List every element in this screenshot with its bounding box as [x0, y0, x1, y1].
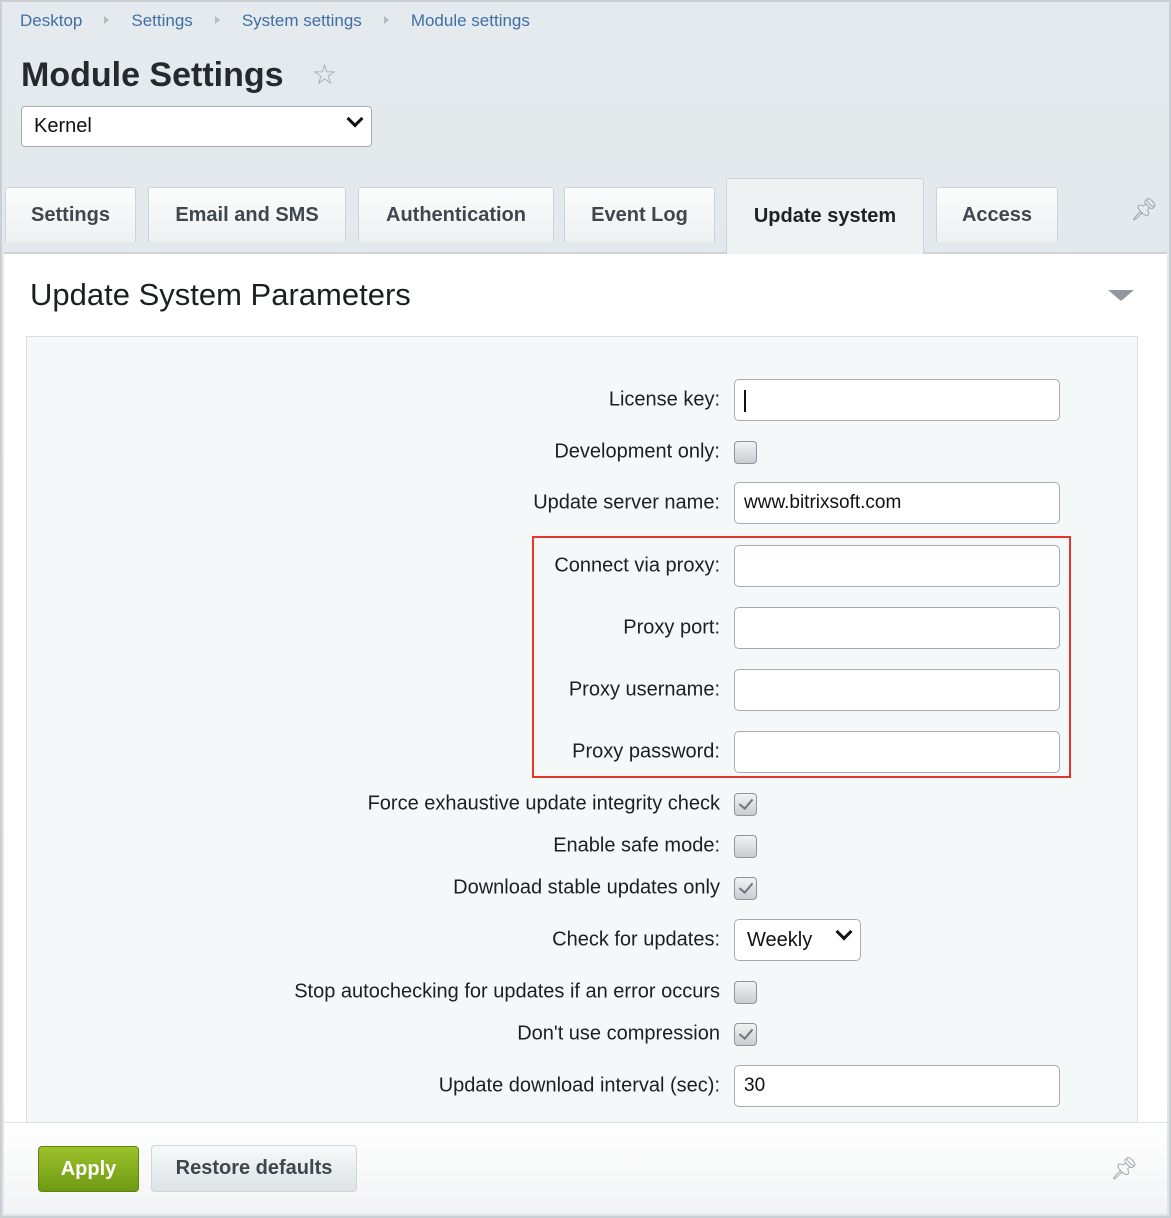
module-select[interactable]: Kernel: [21, 106, 372, 147]
check-for-updates-select[interactable]: Weekly: [734, 919, 861, 961]
breadcrumb-system-settings[interactable]: System settings: [242, 11, 362, 31]
tab-update-system[interactable]: Update system: [726, 178, 924, 254]
form-row: Enable safe mode:: [0, 824, 1171, 868]
update-server-name-input[interactable]: www.bitrixsoft.com: [734, 482, 1060, 524]
field-label: Download stable updates only: [453, 876, 720, 899]
field-label: Development only:: [554, 440, 720, 463]
breadcrumb-desktop[interactable]: Desktop: [20, 11, 82, 31]
update-download-interval-sec-input[interactable]: 30: [734, 1065, 1060, 1107]
field-label: Don't use compression: [517, 1022, 720, 1045]
license-key-input[interactable]: [734, 379, 1060, 421]
form-row: Don't use compression: [0, 1012, 1171, 1056]
breadcrumb-arrow-icon: [214, 16, 220, 24]
breadcrumb-arrow-icon: [383, 16, 389, 24]
form-row: Force exhaustive update integrity check: [0, 782, 1171, 826]
star-icon[interactable]: ☆: [312, 58, 337, 91]
field-label: Check for updates:: [552, 928, 720, 951]
chevron-down-icon: [346, 110, 364, 128]
page-title: Module Settings: [21, 56, 284, 94]
text-cursor: [744, 390, 746, 412]
tab-email-sms[interactable]: Email and SMS: [148, 187, 346, 242]
proxy-highlight-box: [532, 536, 1071, 778]
development-only-checkbox[interactable]: [734, 441, 757, 464]
section-title: Update System Parameters: [30, 277, 411, 312]
download-stable-updates-only-checkbox[interactable]: [734, 877, 757, 900]
field-label: Update download interval (sec):: [438, 1074, 720, 1097]
restore-defaults-button[interactable]: Restore defaults: [151, 1145, 357, 1192]
module-select-value: Kernel: [34, 115, 92, 137]
collapse-arrow-icon[interactable]: [1108, 290, 1134, 301]
form-row: Download stable updates only: [0, 866, 1171, 910]
apply-button[interactable]: Apply: [38, 1146, 139, 1192]
tab-settings[interactable]: Settings: [5, 187, 136, 242]
field-label: Stop autochecking for updates if an erro…: [294, 980, 720, 1003]
stop-autochecking-for-updates-if-an-error-occurs-checkbox[interactable]: [734, 981, 757, 1004]
pin-icon[interactable]: 📌︎: [1110, 1156, 1138, 1182]
field-label: License key:: [608, 388, 720, 411]
chevron-down-icon: [835, 923, 853, 941]
enable-safe-mode-checkbox[interactable]: [734, 835, 757, 858]
breadcrumb-module-settings[interactable]: Module settings: [411, 11, 530, 31]
field-label: Update server name:: [533, 491, 720, 514]
breadcrumb: Desktop Settings System settings Module …: [20, 11, 530, 31]
field-label: Enable safe mode:: [553, 834, 720, 857]
form-row: License key:: [0, 378, 1171, 422]
form-row: Update download interval (sec): 30: [0, 1064, 1171, 1108]
breadcrumb-arrow-icon: [104, 16, 110, 24]
field-label: Force exhaustive update integrity check: [367, 792, 720, 815]
breadcrumb-settings[interactable]: Settings: [131, 11, 192, 31]
select-value: Weekly: [747, 929, 813, 951]
tab-event-log[interactable]: Event Log: [564, 187, 715, 242]
don-t-use-compression-checkbox[interactable]: [734, 1023, 757, 1046]
force-exhaustive-update-integrity-check-checkbox[interactable]: [734, 793, 757, 816]
form-row: Stop autochecking for updates if an erro…: [0, 970, 1171, 1014]
form-row: Update server name: www.bitrixsoft.com: [0, 481, 1171, 525]
pin-icon[interactable]: 📌︎: [1130, 197, 1158, 223]
form-row: Development only:: [0, 430, 1171, 474]
tab-authentication[interactable]: Authentication: [358, 187, 554, 242]
form-row: Check for updates: Weekly: [0, 918, 1171, 962]
tab-access[interactable]: Access: [936, 187, 1058, 242]
